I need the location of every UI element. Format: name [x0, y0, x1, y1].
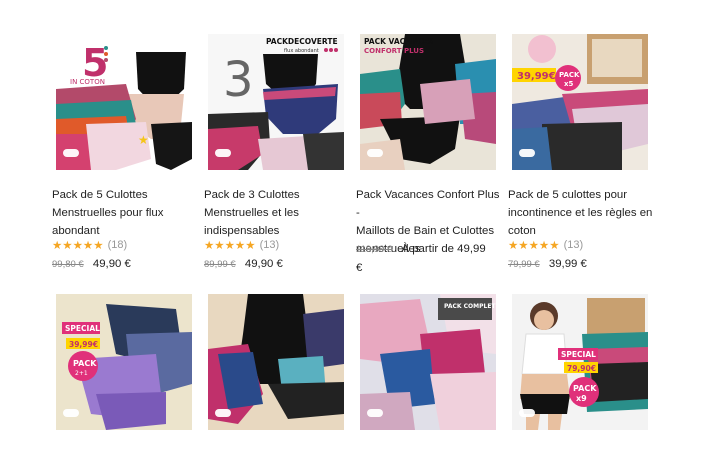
- rating-stars-icon: ★★★★★: [508, 240, 560, 252]
- svg-text:39,99€: 39,99€: [517, 71, 556, 82]
- product-card[interactable]: 39,99€ PACK x5 Pack de 5 culottes pour i…: [508, 34, 652, 270]
- svg-text:flux abondant: flux abondant: [284, 48, 319, 54]
- svg-text:2+1: 2+1: [75, 370, 88, 377]
- product-card[interactable]: SPECIAL 79,90€ PACK x9: [512, 294, 648, 430]
- product-image[interactable]: PACK VACANCES CONFORT PLUS: [360, 34, 496, 170]
- product-price: 89,99 € 49,90 €: [204, 258, 283, 270]
- product-image[interactable]: SPECIAL 79,90€ PACK x9: [512, 294, 648, 430]
- svg-text:SPECIAL: SPECIAL: [65, 324, 100, 333]
- product-card[interactable]: [208, 294, 344, 430]
- product-image[interactable]: 5 IN COTON ★: [56, 34, 192, 170]
- product-price: 79,99 € 39,99 €: [508, 258, 587, 270]
- old-price: 119,99 €: [356, 244, 393, 255]
- current-price: 49,90 €: [92, 258, 131, 270]
- product-price: 119,99 € À partir de 49,99 €: [356, 240, 506, 277]
- product-card[interactable]: PACK COMPLET: [360, 294, 496, 430]
- image-dot-indicator: [63, 149, 79, 157]
- svg-text:SPECIAL: SPECIAL: [561, 350, 596, 359]
- product-image[interactable]: 3 PACKDECOVERTE flux abondant: [208, 34, 344, 170]
- svg-text:IN COTON: IN COTON: [70, 78, 105, 86]
- product-card[interactable]: PACK VACANCES CONFORT PLUS Pack Vacances…: [356, 34, 500, 274]
- product-card[interactable]: 5 IN COTON ★ Pack de 5 Culottes Menstrue…: [52, 34, 192, 270]
- svg-text:PACK: PACK: [559, 71, 580, 79]
- review-count: (18): [107, 239, 128, 251]
- product-card[interactable]: 3 PACKDECOVERTE flux abondant Pack de 3 …: [204, 34, 344, 270]
- svg-text:PACKDECOVERTE: PACKDECOVERTE: [266, 37, 338, 46]
- product-image[interactable]: PACK COMPLET: [360, 294, 496, 430]
- price-currency: €: [356, 262, 363, 274]
- image-dot-indicator: [519, 149, 535, 157]
- svg-text:PACK: PACK: [573, 384, 597, 393]
- product-title[interactable]: Pack de 5 culottes pour incontinence et …: [508, 186, 658, 240]
- product-rating: ★★★★★ (13): [204, 238, 279, 252]
- review-count: (13): [563, 239, 584, 251]
- current-price: 39,99 €: [548, 258, 587, 270]
- product-price: 99,80 € 49,90 €: [52, 258, 131, 270]
- rating-stars-icon: ★★★★★: [204, 240, 256, 252]
- svg-text:PACK VACANCES: PACK VACANCES: [364, 37, 433, 46]
- svg-text:x5: x5: [564, 80, 574, 88]
- rating-stars-icon: ★★★★★: [52, 240, 104, 252]
- product-rating: ★★★★★ (18): [52, 238, 127, 252]
- product-image[interactable]: [208, 294, 344, 430]
- old-price: 79,99 €: [508, 259, 540, 270]
- product-title[interactable]: Pack de 3 Culottes Menstruelles et les i…: [204, 186, 354, 240]
- product-image[interactable]: 39,99€ PACK x5: [512, 34, 648, 170]
- image-dot-indicator: [63, 409, 79, 417]
- image-dot-indicator: [215, 409, 231, 417]
- svg-text:CONFORT PLUS: CONFORT PLUS: [364, 47, 424, 55]
- svg-text:79,90€: 79,90€: [567, 364, 596, 373]
- svg-text:x9: x9: [576, 394, 587, 403]
- svg-text:PACK: PACK: [73, 359, 97, 368]
- svg-text:39,99€: 39,99€: [69, 340, 98, 349]
- old-price: 99,80 €: [52, 259, 84, 270]
- svg-text:★: ★: [138, 133, 149, 147]
- image-dot-indicator: [519, 409, 535, 417]
- product-card[interactable]: SPECIAL 39,99€ PACK 2+1: [56, 294, 192, 430]
- image-dot-indicator: [367, 149, 383, 157]
- product-title[interactable]: Pack de 5 Culottes Menstruelles pour flu…: [52, 186, 202, 240]
- image-dot-indicator: [215, 149, 231, 157]
- product-image[interactable]: SPECIAL 39,99€ PACK 2+1: [56, 294, 192, 430]
- price-from: À partir de 49,99: [401, 243, 486, 255]
- image-dot-indicator: [367, 409, 383, 417]
- current-price: 49,90 €: [244, 258, 283, 270]
- old-price: 89,99 €: [204, 259, 236, 270]
- review-count: (13): [259, 239, 280, 251]
- svg-text:PACK COMPLET: PACK COMPLET: [444, 303, 496, 310]
- product-rating: ★★★★★ (13): [508, 238, 583, 252]
- svg-text:3: 3: [223, 52, 254, 108]
